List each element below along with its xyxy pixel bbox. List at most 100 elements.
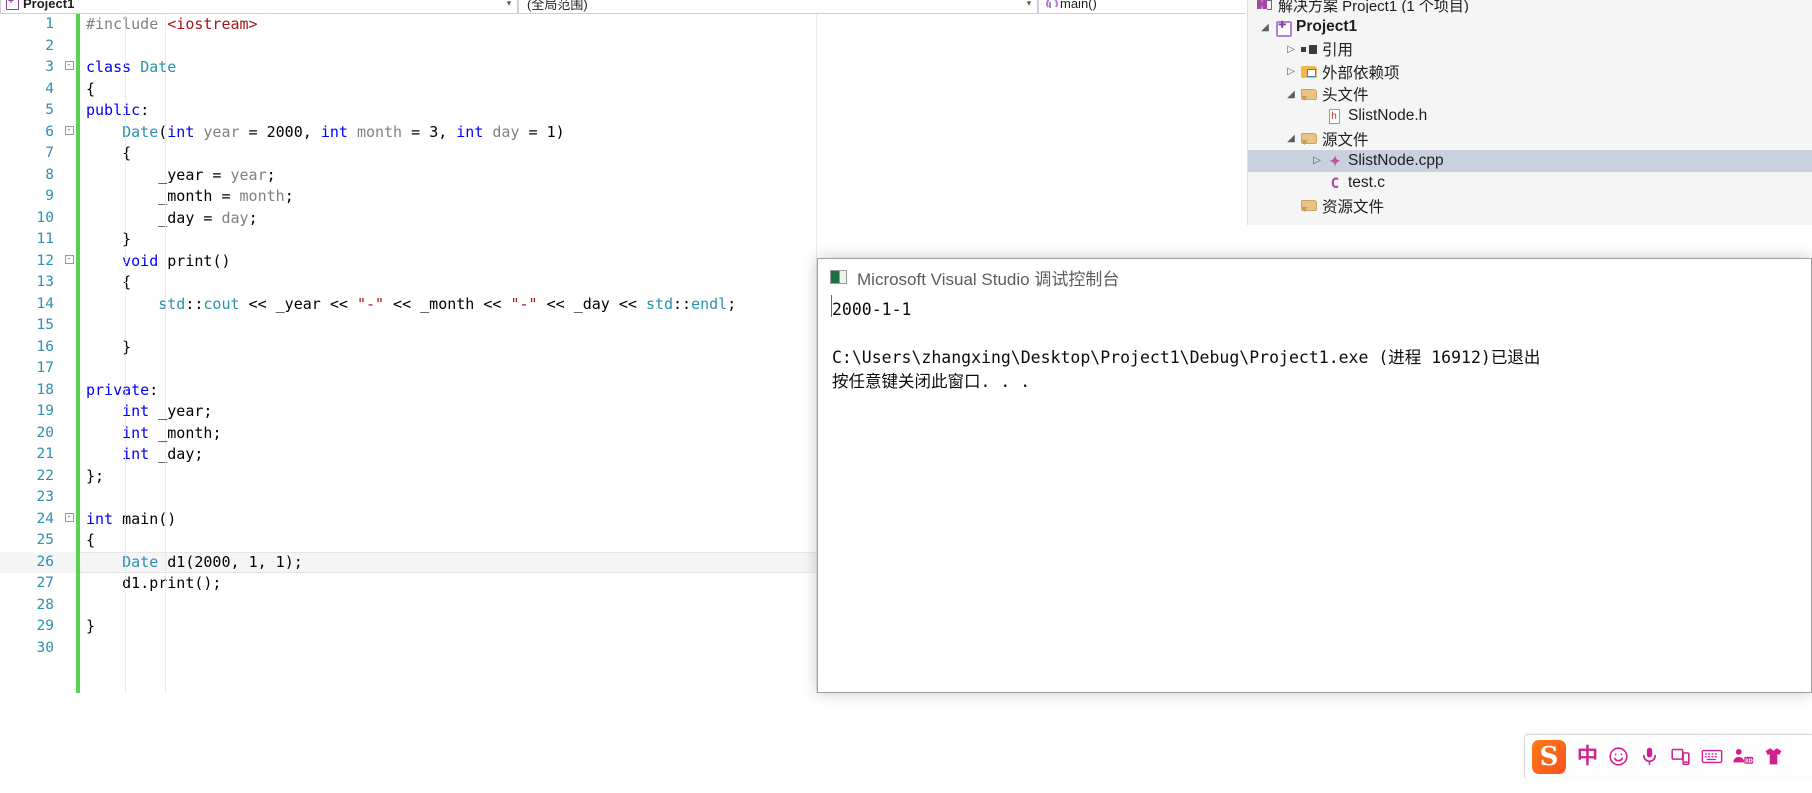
- phone-sync-button[interactable]: [1665, 742, 1696, 772]
- sogou-ime-toolbar[interactable]: S 中 3D: [1524, 734, 1812, 778]
- code-line[interactable]: 12- void print(): [0, 251, 817, 273]
- solution-tree-item-SlistNode.h[interactable]: SlistNode.h: [1247, 105, 1812, 127]
- line-number: 28: [36, 596, 54, 613]
- code-line[interactable]: 30: [0, 638, 817, 660]
- code-line[interactable]: 5 public:: [0, 100, 817, 122]
- console-title-text: Microsoft Visual Studio 调试控制台: [857, 270, 1120, 289]
- solution-tree-item-源文件[interactable]: ◢ 源文件: [1247, 127, 1812, 149]
- fold-toggle-icon[interactable]: -: [62, 251, 76, 273]
- code-line[interactable]: 21 int _day;: [0, 444, 817, 466]
- line-number: 29: [36, 618, 54, 634]
- code-line[interactable]: 19 int _year;: [0, 401, 817, 423]
- chevron-right-icon[interactable]: ▷: [1309, 155, 1325, 166]
- code-line[interactable]: 23: [0, 487, 817, 509]
- user-profile-button[interactable]: 3D: [1727, 742, 1758, 772]
- chevron-down-icon[interactable]: ◢: [1283, 89, 1299, 100]
- console-title-bar[interactable]: Microsoft Visual Studio 调试控制台: [818, 259, 1811, 296]
- code-line[interactable]: 26 Date d1(2000, 1, 1);: [0, 551, 817, 573]
- code-line-text: {: [86, 273, 132, 291]
- line-number: 2: [45, 37, 54, 54]
- code-line[interactable]: 28: [0, 595, 817, 617]
- chevron-right-icon[interactable]: ▷: [1283, 44, 1299, 55]
- project-selector-value: Project1: [23, 0, 75, 11]
- code-editor[interactable]: 1 #include <iostream> 2 3- class Date 4{5 pub…: [0, 14, 817, 693]
- code-line[interactable]: 24- int main(): [0, 509, 817, 531]
- language-mode-button[interactable]: 中: [1572, 742, 1603, 772]
- sogou-logo-icon[interactable]: S: [1532, 739, 1566, 774]
- chevron-down-icon[interactable]: ▾: [1021, 0, 1037, 9]
- solution-tree-item-头文件[interactable]: ◢ 头文件: [1247, 83, 1812, 105]
- console-caret: [831, 295, 832, 317]
- code-line-text: _day = day;: [158, 208, 258, 227]
- solution-tree-item-test.c[interactable]: Ctest.c: [1247, 172, 1812, 194]
- code-line[interactable]: 29}: [0, 616, 817, 638]
- code-line[interactable]: 7 {: [0, 143, 817, 165]
- code-line[interactable]: 9 _month = month;: [0, 186, 817, 208]
- voice-input-button[interactable]: [1634, 742, 1665, 772]
- code-line[interactable]: 14 std::cout << _year << "-" << _month <…: [0, 294, 817, 316]
- code-line[interactable]: 6- Date(int year = 2000, int month = 3, …: [0, 122, 817, 144]
- code-line[interactable]: 8 _year = year;: [0, 165, 817, 187]
- code-line[interactable]: 18 private:: [0, 380, 817, 402]
- solution-tree-item-资源文件[interactable]: 资源文件: [1247, 194, 1812, 216]
- chevron-right-icon[interactable]: ▷: [1283, 66, 1299, 77]
- code-line[interactable]: 25 {: [0, 530, 817, 552]
- line-number: 1: [45, 16, 54, 32]
- solution-tree-item-label: 引用: [1322, 42, 1354, 60]
- code-line-text: [76, 487, 817, 509]
- line-number: 21: [36, 446, 54, 462]
- code-line[interactable]: 13 {: [0, 272, 817, 294]
- debug-console-window[interactable]: Microsoft Visual Studio 调试控制台 2000-1-1 C…: [817, 258, 1812, 693]
- code-line[interactable]: 16 }: [0, 337, 817, 359]
- chevron-down-icon[interactable]: ◢: [1283, 133, 1299, 144]
- scope-selector-combo[interactable]: (全局范围) ▾: [518, 0, 1038, 14]
- console-output: 2000-1-1 C:\Users\zhangxing\Desktop\Proj…: [818, 296, 1811, 394]
- code-line[interactable]: 20 int _month;: [0, 423, 817, 445]
- skin-button[interactable]: [1758, 742, 1789, 772]
- solution-tree-item-label: 外部依赖项: [1322, 64, 1400, 82]
- member-selector-combo[interactable]: main(): [1038, 0, 1245, 14]
- code-line[interactable]: 1 #include <iostream>: [0, 14, 817, 36]
- line-number: 15: [36, 317, 54, 333]
- code-line-text: int _day;: [122, 445, 204, 463]
- code-line[interactable]: 10 _day = day;: [0, 208, 817, 230]
- code-line-text: d1.print();: [122, 574, 222, 592]
- code-line[interactable]: 4{: [0, 79, 817, 101]
- soft-keyboard-button[interactable]: [1696, 742, 1727, 772]
- chevron-down-icon[interactable]: ◢: [1257, 22, 1273, 33]
- console-output-line: 按任意键关闭此窗口. . .: [832, 372, 1031, 391]
- code-line-text: void print(): [122, 251, 231, 270]
- editor-bottom-area: [0, 693, 817, 793]
- code-line-text: std::cout << _year << "-" << _month << "…: [158, 294, 737, 313]
- project-selector-combo[interactable]: Project1 ▾: [0, 0, 518, 14]
- code-line[interactable]: 3- class Date: [0, 57, 817, 79]
- code-line-text: [76, 315, 817, 337]
- change-bar: [76, 14, 80, 693]
- code-line[interactable]: 15: [0, 315, 817, 337]
- code-line[interactable]: 11 }: [0, 229, 817, 251]
- emoji-button[interactable]: [1603, 742, 1634, 772]
- code-line[interactable]: 17: [0, 358, 817, 380]
- chevron-down-icon[interactable]: ▾: [501, 0, 517, 9]
- solution-tree-item-SlistNode.cpp[interactable]: ▷ ✦ SlistNode.cpp: [1247, 149, 1812, 173]
- code-line[interactable]: 22};: [0, 466, 817, 488]
- fold-toggle-icon[interactable]: -: [62, 509, 76, 531]
- scope-selector-value: (全局范围): [527, 0, 588, 12]
- solution-explorer[interactable]: 解决方案 Project1 (1 个项目) ◢ Project1 ▷ 引用 ▷ 外部依赖项…: [1247, 0, 1812, 225]
- solution-tree-item-引用[interactable]: ▷ 引用: [1247, 38, 1812, 60]
- code-line[interactable]: 2: [0, 36, 817, 58]
- fold-toggle-icon[interactable]: -: [62, 57, 76, 79]
- line-number: 19: [36, 403, 54, 419]
- code-line-text: }: [86, 337, 132, 356]
- code-line[interactable]: 27 d1.print();: [0, 573, 817, 595]
- fold-toggle-icon[interactable]: -: [62, 122, 76, 144]
- solution-tree-item-Project1[interactable]: ◢ Project1: [1247, 16, 1812, 38]
- solution-tree-item-外部依赖项[interactable]: ▷ 外部依赖项: [1247, 61, 1812, 83]
